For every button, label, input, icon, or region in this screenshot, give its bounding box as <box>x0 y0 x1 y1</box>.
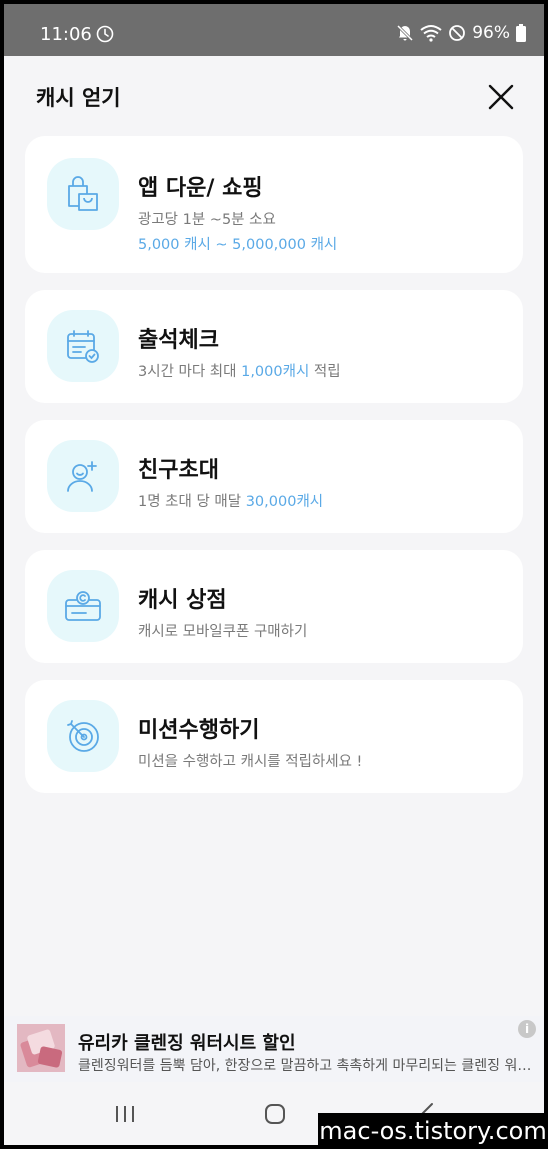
ad-thumbnail <box>17 1024 65 1072</box>
card-icon-wrapper <box>47 700 119 772</box>
desc-highlight: 30,000캐시 <box>245 494 324 510</box>
ad-title: 유리카 클렌징 워터시트 할인 <box>78 1033 296 1054</box>
close-icon[interactable] <box>486 82 516 112</box>
ad-description: 클렌징워터를 듬뿍 담아, 한장으로 말끔하고 촉촉하게 마무리되는 클렌징 워… <box>78 1058 534 1074</box>
battery-percent: 96% <box>472 23 510 43</box>
card-icon-wrapper <box>47 440 119 512</box>
clock-icon <box>96 25 114 43</box>
watermark: mac-os.tistory.com <box>318 1113 548 1149</box>
card-missions[interactable]: 미션수행하기 미션을 수행하고 캐시를 적립하세요 ! <box>25 680 523 793</box>
app-screen: 11:06 96% 캐시 얻기 앱 다운/ 쇼핑 광고당 1분 ~5분 소요 5… <box>4 4 544 1145</box>
mute-icon <box>397 24 414 42</box>
card-cash-store[interactable]: 캐시 상점 캐시로 모바일쿠폰 구매하기 <box>25 550 523 663</box>
card-reward: 5,000 캐시 ~ 5,000,000 캐시 <box>138 237 338 253</box>
desc-text: 3시간 마다 최대 <box>138 364 242 380</box>
recent-apps-icon[interactable] <box>114 1104 136 1124</box>
card-description: 3시간 마다 최대 1,000캐시 적립 <box>138 360 341 381</box>
card-icon-wrapper <box>47 310 119 382</box>
card-invite-friends[interactable]: 친구초대 1명 초대 당 매달 30,000캐시 <box>25 420 523 533</box>
card-title: 출석체크 <box>138 328 219 353</box>
desc-text: 적립 <box>309 364 341 380</box>
card-icon-wrapper <box>47 570 119 642</box>
wifi-icon <box>420 25 442 42</box>
desc-highlight: 1,000캐시 <box>241 364 310 380</box>
status-time: 11:06 <box>40 24 92 45</box>
desc-text: 1명 초대 당 매달 <box>138 494 246 510</box>
card-title: 앱 다운/ 쇼핑 <box>138 176 263 201</box>
cash-store-icon <box>65 591 101 621</box>
ad-banner[interactable]: 유리카 클렌징 워터시트 할인 클렌징워터를 듬뿍 담아, 한장으로 말끔하고 … <box>4 1016 544 1082</box>
card-title: 친구초대 <box>138 458 219 483</box>
page-title: 캐시 얻기 <box>36 86 121 110</box>
card-title: 캐시 상점 <box>138 588 227 613</box>
calendar-check-icon <box>67 330 99 363</box>
card-title: 미션수행하기 <box>138 718 260 743</box>
battery-icon <box>516 24 526 42</box>
info-icon[interactable]: i <box>518 1020 536 1038</box>
target-icon <box>67 720 99 752</box>
status-bar: 11:06 96% <box>4 4 544 56</box>
card-icon-wrapper <box>47 158 119 230</box>
card-description: 광고당 1분 ~5분 소요 <box>138 212 276 228</box>
dnd-icon <box>449 25 466 41</box>
card-attendance-check[interactable]: 출석체크 3시간 마다 최대 1,000캐시 적립 <box>25 290 523 403</box>
status-icons: 96% <box>396 22 526 44</box>
card-description: 1명 초대 당 매달 30,000캐시 <box>138 490 323 511</box>
page-header: 캐시 얻기 <box>4 56 544 136</box>
card-description: 미션을 수행하고 캐시를 적립하세요 ! <box>138 754 363 770</box>
card-description: 캐시로 모바일쿠폰 구매하기 <box>138 624 308 640</box>
card-app-download-shopping[interactable]: 앱 다운/ 쇼핑 광고당 1분 ~5분 소요 5,000 캐시 ~ 5,000,… <box>25 136 523 273</box>
home-icon[interactable] <box>264 1103 286 1125</box>
shopping-bag-icon <box>68 176 98 211</box>
user-add-icon <box>67 461 97 492</box>
